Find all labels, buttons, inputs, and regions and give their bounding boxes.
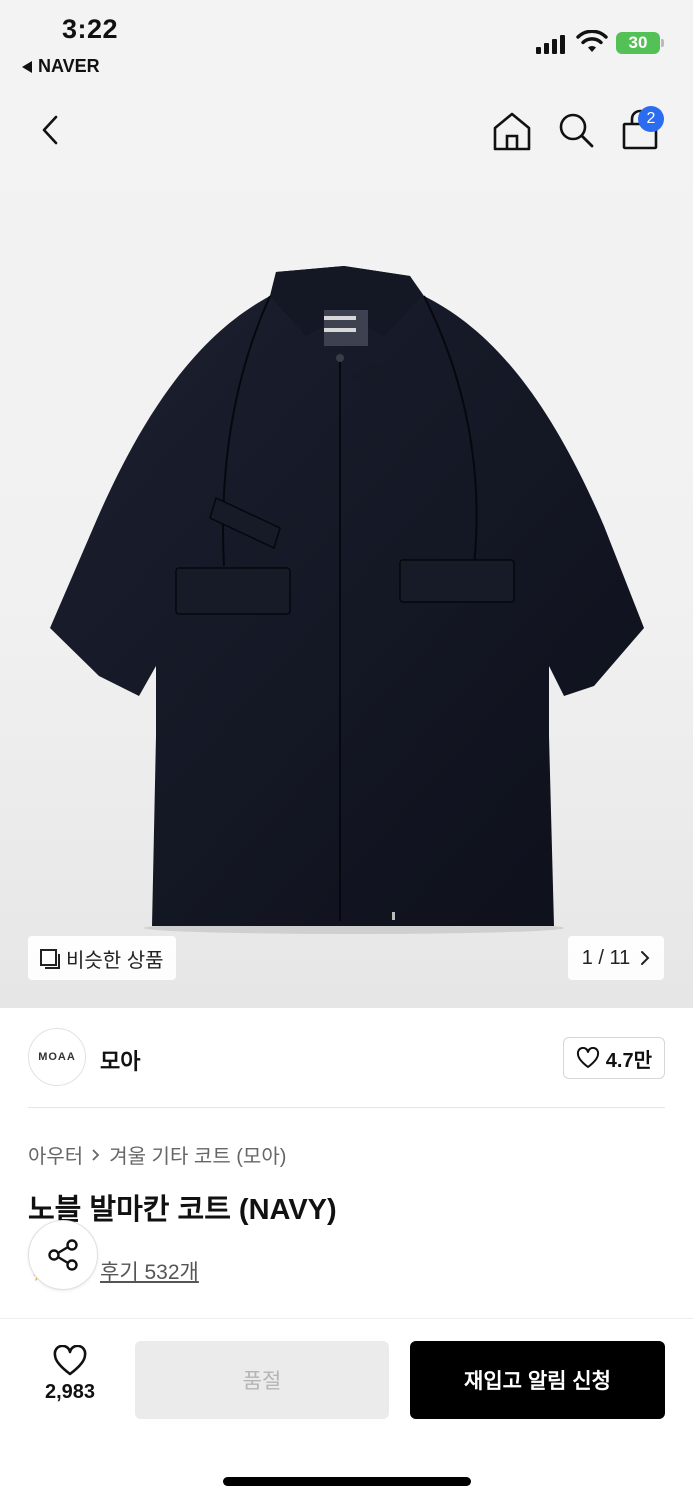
signal-icon [536,34,565,54]
heart-icon [53,1345,87,1376]
breadcrumb-item-outer[interactable]: 아우터 [28,1140,83,1169]
back-app-label: NAVER [38,56,100,76]
similar-products-button[interactable]: 비슷한 상품 [28,936,176,980]
battery-indicator: 30 [616,32,664,54]
home-icon[interactable] [490,110,534,152]
back-to-app-link[interactable]: NAVER [22,56,100,77]
wishlist-count: 2,983 [44,1381,96,1403]
share-button[interactable] [28,1220,98,1290]
brand-row: MOAA 모아 4.7만 [28,1028,665,1088]
chevron-left-icon[interactable] [34,112,70,148]
status-time: 3:22 [62,14,119,44]
divider [28,1107,665,1108]
soldout-button[interactable]: 품절 [135,1341,389,1419]
chevron-right-icon [92,1148,100,1161]
cart-count-badge: 2 [638,106,664,132]
status-bar: 3:22 NAVER 30 [0,0,693,90]
home-indicator [223,1477,471,1486]
restock-notify-button[interactable]: 재입고 알림 신청 [410,1341,665,1419]
page-indicator: 1 / 11 [582,947,631,970]
product-photo [50,266,644,934]
reviews-link[interactable]: 후기 532개 [100,1256,199,1286]
battery-level: 30 [628,33,648,52]
product-image-gallery[interactable]: 2 비슷한 상품 1 / 11 [0,90,693,1008]
wifi-icon [576,30,608,52]
chevron-right-icon [641,951,650,965]
page-current: 1 [581,946,593,969]
image-pager-button[interactable]: 1 / 11 [568,936,664,980]
brand-logo[interactable]: MOAA [28,1028,86,1086]
back-triangle-icon [22,60,32,73]
similar-products-label: 비슷한 상품 [66,949,164,972]
breadcrumb: 아우터 겨울 기타 코트 (모아) [28,1140,286,1169]
brand-name[interactable]: 모아 [100,1044,140,1076]
heart-icon [576,1047,599,1068]
brand-like-button[interactable]: 4.7만 [562,1037,665,1079]
wishlist-button[interactable]: 2,983 [30,1345,110,1404]
brand-like-count: 4.7만 [605,1049,652,1072]
share-icon [48,1239,78,1271]
page-total: 11 [609,946,631,969]
copy-icon [40,949,60,969]
page-separator: / [598,946,604,969]
breadcrumb-item-category[interactable]: 겨울 기타 코트 (모아) [109,1140,286,1169]
bottom-action-bar: 2,983 품절 재입고 알림 신청 [0,1318,693,1500]
search-icon[interactable] [556,110,596,150]
